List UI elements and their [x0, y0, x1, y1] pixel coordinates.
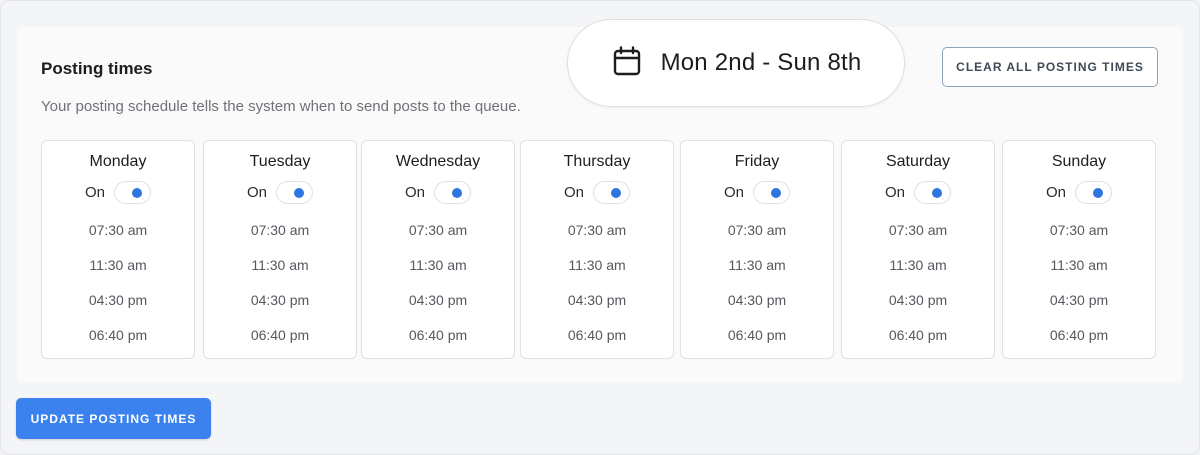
posting-time[interactable]: 06:40 pm [42, 327, 194, 343]
day-card-thursday: Thursday On 07:30 am 11:30 am 04:30 pm 06:40 … [520, 140, 674, 359]
posting-time[interactable]: 04:30 pm [681, 292, 833, 308]
posting-time[interactable]: 07:30 am [681, 222, 833, 238]
posting-time[interactable]: 07:30 am [842, 222, 994, 238]
toggle-knob [1093, 188, 1103, 198]
day-name: Sunday [1051, 153, 1107, 170]
toggle-knob [294, 188, 304, 198]
page-title: Posting times [41, 59, 153, 78]
posting-time[interactable]: 06:40 pm [681, 327, 833, 343]
toggle-status-label: On [723, 184, 744, 201]
day-card-tuesday: Tuesday On 07:30 am 11:30 am 04:30 pm 06:40 p… [203, 140, 357, 359]
toggle-status-label: On [884, 184, 905, 201]
day-enabled-toggle[interactable] [434, 181, 471, 204]
toggle-status-label: On [563, 184, 584, 201]
day-card-monday: Monday On 07:30 am 11:30 am 04:30 pm 06:40 pm [41, 140, 195, 359]
day-toggle-row: On [42, 181, 194, 204]
posting-time[interactable]: 11:30 am [42, 257, 194, 273]
posting-time[interactable]: 04:30 pm [362, 292, 514, 308]
day-name: Monday [89, 153, 147, 170]
toggle-knob [932, 188, 942, 198]
posting-time[interactable]: 04:30 pm [521, 292, 673, 308]
posting-time[interactable]: 11:30 am [681, 257, 833, 273]
day-enabled-toggle[interactable] [753, 181, 790, 204]
posting-time[interactable]: 06:40 pm [521, 327, 673, 343]
date-range-pill[interactable]: Mon 2nd - Sun 8th [567, 19, 905, 107]
day-enabled-toggle[interactable] [114, 181, 151, 204]
toggle-status-label: On [1045, 184, 1066, 201]
day-name: Tuesday [249, 153, 311, 170]
day-toggle-row: On [204, 181, 356, 204]
posting-time[interactable]: 11:30 am [521, 257, 673, 273]
day-enabled-toggle[interactable] [914, 181, 951, 204]
day-name: Wednesday [395, 153, 481, 170]
day-name: Thursday [563, 153, 631, 170]
posting-time[interactable]: 11:30 am [204, 257, 356, 273]
day-name: Saturday [885, 153, 951, 170]
posting-time[interactable]: 06:40 pm [204, 327, 356, 343]
day-toggle-row: On [842, 181, 994, 204]
day-card-wednesday: Wednesday On 07:30 am 11:30 am 04:30 pm 06:40… [361, 140, 515, 359]
day-card-saturday: Saturday On 07:30 am 11:30 am 04:30 pm 06:40 … [841, 140, 995, 359]
day-toggle-row: On [521, 181, 673, 204]
posting-time[interactable]: 07:30 am [1003, 222, 1155, 238]
day-name: Friday [734, 153, 780, 170]
posting-times-page: Posting times Your posting schedule tell… [0, 0, 1200, 455]
calendar-icon [611, 45, 643, 82]
day-cards: Monday On 07:30 am 11:30 am 04:30 pm 06:40 pm… [41, 140, 1158, 359]
posting-time[interactable]: 11:30 am [1003, 257, 1155, 273]
posting-time[interactable]: 04:30 pm [204, 292, 356, 308]
posting-time[interactable]: 04:30 pm [842, 292, 994, 308]
toggle-knob [132, 188, 142, 198]
toggle-knob [452, 188, 462, 198]
posting-time[interactable]: 04:30 pm [42, 292, 194, 308]
day-toggle-row: On [362, 181, 514, 204]
posting-time[interactable]: 07:30 am [204, 222, 356, 238]
update-posting-times-button[interactable]: UPDATE POSTING TIMES [16, 398, 211, 439]
day-enabled-toggle[interactable] [1075, 181, 1112, 204]
toggle-status-label: On [404, 184, 425, 201]
toggle-knob [611, 188, 621, 198]
day-enabled-toggle[interactable] [276, 181, 313, 204]
posting-time[interactable]: 06:40 pm [1003, 327, 1155, 343]
date-range-label: Mon 2nd - Sun 8th [660, 49, 862, 76]
posting-time[interactable]: 06:40 pm [842, 327, 994, 343]
day-enabled-toggle[interactable] [593, 181, 630, 204]
posting-time[interactable]: 04:30 pm [1003, 292, 1155, 308]
posting-time[interactable]: 07:30 am [42, 222, 194, 238]
posting-time[interactable]: 06:40 pm [362, 327, 514, 343]
day-card-sunday: Sunday On 07:30 am 11:30 am 04:30 pm 06:40 pm [1002, 140, 1156, 359]
day-toggle-row: On [681, 181, 833, 204]
posting-time[interactable]: 07:30 am [362, 222, 514, 238]
posting-time[interactable]: 07:30 am [521, 222, 673, 238]
posting-time[interactable]: 11:30 am [362, 257, 514, 273]
clear-all-posting-times-button[interactable]: CLEAR ALL POSTING TIMES [942, 47, 1158, 87]
toggle-status-label: On [246, 184, 267, 201]
day-card-friday: Friday On 07:30 am 11:30 am 04:30 pm 06:40 pm [680, 140, 834, 359]
posting-time[interactable]: 11:30 am [842, 257, 994, 273]
day-toggle-row: On [1003, 181, 1155, 204]
page-subtitle: Your posting schedule tells the system w… [41, 98, 521, 115]
toggle-knob [771, 188, 781, 198]
toggle-status-label: On [84, 184, 105, 201]
